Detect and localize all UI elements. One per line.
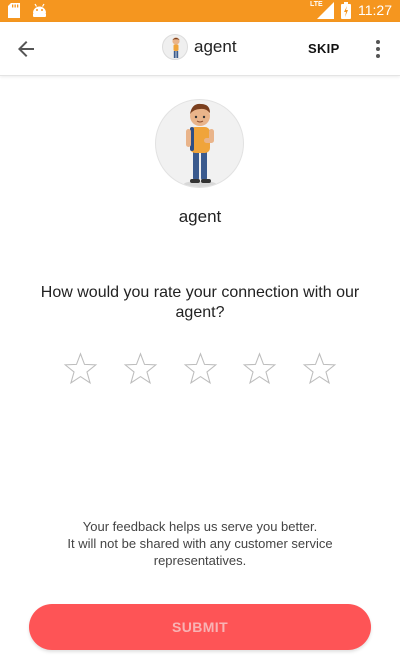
feedback-line-1: Your feedback helps us serve you better. — [82, 519, 318, 534]
toolbar-agent-avatar — [162, 34, 188, 60]
feedback-note: Your feedback helps us serve you better.… — [20, 518, 380, 569]
arrow-left-icon — [18, 41, 34, 57]
sd-card-icon — [8, 3, 22, 18]
lte-signal-icon: LTE — [310, 1, 334, 19]
star-2-icon[interactable] — [122, 351, 159, 388]
status-bar: LTE 11:27 — [0, 0, 400, 22]
lte-label: LTE — [310, 1, 323, 8]
submit-button[interactable]: SUBMIT — [29, 604, 371, 650]
skip-button[interactable]: SKIP — [308, 41, 340, 56]
battery-icon — [341, 2, 351, 19]
agent-name: agent — [178, 207, 222, 226]
star-5-icon[interactable] — [301, 351, 338, 388]
star-4-icon[interactable] — [241, 351, 278, 388]
clock: 11:27 — [358, 2, 392, 18]
agent-avatar — [155, 99, 244, 188]
feedback-line-3: representatives. — [153, 553, 247, 568]
star-3-icon[interactable] — [182, 351, 219, 388]
star-rating — [62, 351, 338, 389]
back-button[interactable] — [14, 37, 38, 61]
rating-screen: LTE 11:27 agent SKIP agent How would you… — [0, 0, 400, 664]
more-vert-icon — [376, 40, 380, 58]
toolbar-title-group: agent — [162, 34, 237, 60]
toolbar: agent SKIP — [0, 22, 400, 76]
android-icon — [32, 3, 46, 18]
toolbar-title: agent — [194, 37, 237, 56]
feedback-line-2: It will not be shared with any customer … — [67, 536, 333, 551]
more-button[interactable] — [370, 38, 386, 60]
star-1-icon[interactable] — [62, 351, 99, 388]
rating-question: How would you rate your connection with … — [40, 284, 360, 321]
